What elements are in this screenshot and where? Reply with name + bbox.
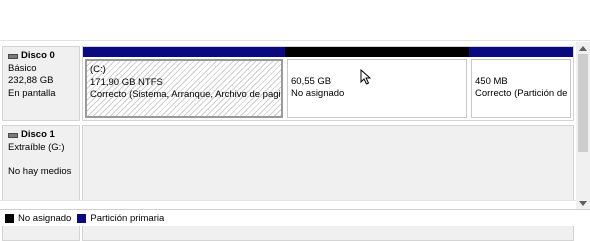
partition-recovery-header bbox=[469, 47, 573, 57]
volume-list-pane bbox=[0, 0, 590, 41]
legend-label-primary: Partición primaria bbox=[90, 212, 165, 224]
disk-1-status: No hay medios bbox=[8, 166, 72, 177]
partition-unallocated-header bbox=[285, 47, 469, 57]
scroll-up-arrow-icon[interactable] bbox=[579, 46, 587, 51]
partition-c-header bbox=[83, 47, 285, 57]
scroll-thumb[interactable] bbox=[578, 54, 588, 152]
disk-0-info[interactable]: Disco 0 Básico 232,88 GB En pantalla bbox=[2, 46, 80, 121]
disk-0-type: Básico bbox=[8, 62, 37, 74]
partition-recovery-size: 450 MB bbox=[475, 75, 508, 87]
partition-unallocated-status: No asignado bbox=[291, 88, 345, 99]
partition-c-size: 171,90 GB NTFS bbox=[90, 76, 163, 88]
disk-0-status: En pantalla bbox=[8, 87, 56, 99]
partition-recovery-status: Correcto (Partición de bbox=[475, 88, 568, 99]
legend-bar: No asignado Partición primaria bbox=[0, 209, 590, 226]
partition-c-status: Correcto (Sistema, Arranque, Archivo de … bbox=[90, 89, 283, 100]
legend-item-unallocated: No asignado bbox=[5, 213, 71, 224]
partition-recovery[interactable]: 450 MB Correcto (Partición de bbox=[469, 47, 573, 120]
disk-0-size: 232,88 GB bbox=[8, 75, 54, 86]
disk-0-partitions: (C:) 171,90 GB NTFS Correcto (Sistema, A… bbox=[82, 46, 574, 121]
hard-disk-icon bbox=[8, 53, 18, 59]
partition-unallocated-size: 60,55 GB bbox=[291, 75, 332, 87]
disk-1-name: Disco 1 bbox=[21, 129, 55, 140]
disk-1-type: Extraíble (G:) bbox=[8, 141, 65, 153]
removable-disk-icon bbox=[8, 132, 18, 138]
legend-swatch-unallocated bbox=[5, 213, 14, 223]
partition-unallocated[interactable]: 60,55 GB No asignado bbox=[285, 47, 469, 120]
legend-item-primary: Partición primaria bbox=[77, 213, 164, 224]
partition-c[interactable]: (C:) 171,90 GB NTFS Correcto (Sistema, A… bbox=[83, 47, 285, 120]
disk-0-name: Disco 0 bbox=[21, 50, 55, 61]
disk-map-pane: Disco 0 Básico 232,88 GB En pantalla (C:… bbox=[0, 42, 576, 241]
vertical-scrollbar[interactable] bbox=[576, 42, 590, 210]
legend-swatch-primary bbox=[77, 213, 87, 223]
scroll-down-arrow-icon[interactable] bbox=[579, 201, 587, 206]
disk-row-0: Disco 0 Básico 232,88 GB En pantalla (C:… bbox=[0, 46, 576, 121]
mouse-pointer-icon bbox=[360, 69, 372, 85]
legend-label-unallocated: No asignado bbox=[18, 212, 72, 224]
partition-c-label: (C:) bbox=[90, 64, 106, 75]
horizontal-scrollbar[interactable] bbox=[0, 200, 576, 209]
